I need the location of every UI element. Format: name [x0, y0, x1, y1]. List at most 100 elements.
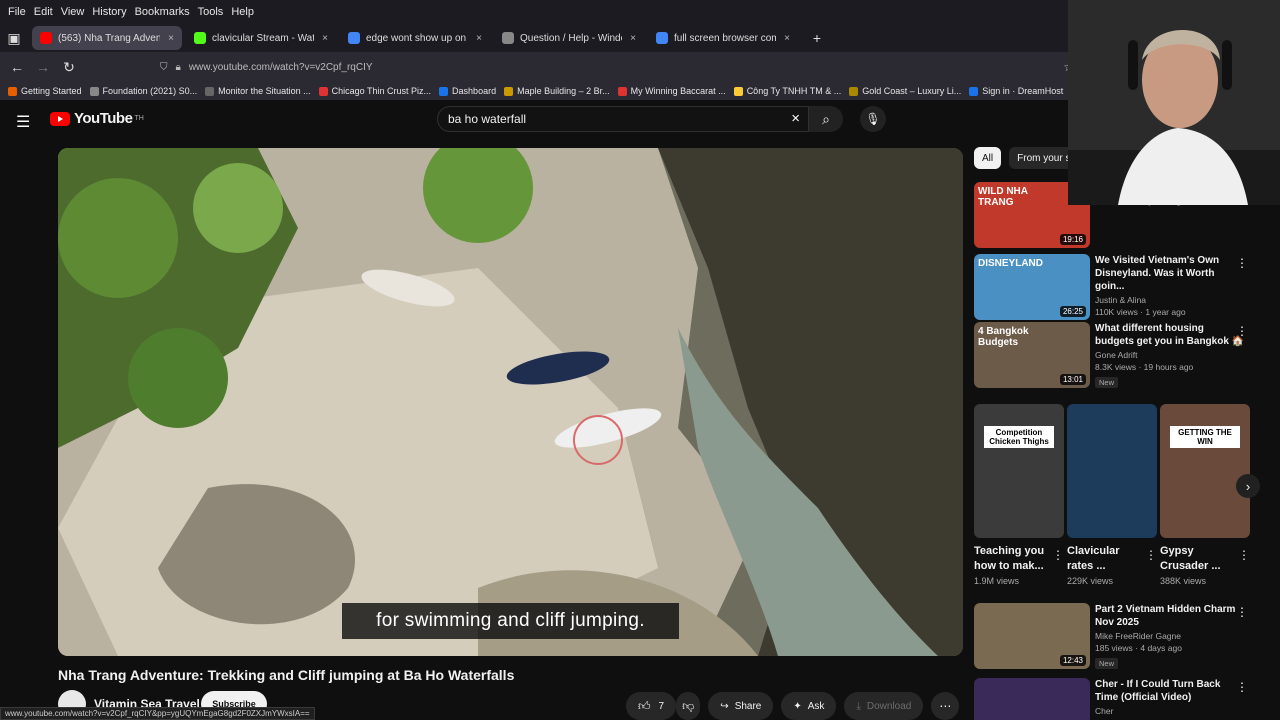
dislike-button[interactable]: 👎︎ [676, 692, 701, 720]
bookmark-item[interactable]: Dashboard [439, 86, 496, 96]
country-code: TH [134, 115, 144, 122]
youtube-logo[interactable]: YouTube TH [50, 110, 144, 127]
clear-search-icon[interactable]: × [791, 110, 800, 127]
channel-name[interactable]: Mike FreeRider Gagne [1095, 631, 1245, 641]
menu-edit[interactable]: Edit [30, 6, 57, 18]
bookmark-label: Dashboard [452, 86, 497, 96]
short-item[interactable]: Clavicular rates ... 229K views ⋮ [1067, 404, 1157, 586]
recommended-video[interactable]: 12:43 Part 2 Vietnam Hidden Charm Nov 202… [974, 603, 1280, 671]
bookmark-label: Maple Building – 2 Br... [517, 86, 610, 96]
more-options-icon[interactable]: ⋮ [1236, 256, 1248, 270]
menu-bookmarks[interactable]: Bookmarks [131, 6, 194, 18]
short-views: 1.9M views [974, 576, 1020, 586]
bookmark-label: Gold Coast – Luxury Li... [862, 86, 962, 96]
video-thumbnail[interactable]: 4 Bangkok Budgets 13:01 [974, 322, 1090, 388]
browser-tab[interactable]: edge wont show up on stream × [340, 26, 490, 50]
new-tab-button[interactable]: + [804, 30, 830, 46]
more-options-icon[interactable]: ⋮ [1236, 680, 1248, 694]
voice-search-button[interactable]: 🎙︎ [860, 106, 886, 132]
channel-name[interactable]: Cher [1095, 706, 1245, 716]
address-bar[interactable]: ⛉ 🔒︎ www.youtube.com/watch?v=v2Cpf_rqCIY… [160, 56, 1080, 78]
bookmark-item[interactable]: Monitor the Situation ... [205, 86, 311, 96]
more-options-icon[interactable]: ⋮ [1236, 605, 1248, 619]
video-player[interactable] [58, 148, 963, 656]
tab-close-icon[interactable]: × [784, 33, 790, 44]
more-options-icon[interactable]: ⋮ [1052, 548, 1064, 562]
video-thumbnail[interactable] [974, 678, 1090, 720]
browser-tab[interactable]: Question / Help - Window capt × [494, 26, 644, 50]
menu-icon[interactable]: ☰ [16, 112, 30, 132]
video-title[interactable]: Part 2 Vietnam Hidden Charm Nov 2025 [1095, 603, 1245, 629]
like-button[interactable]: 👍︎ 7 [626, 692, 677, 720]
menu-history[interactable]: History [88, 6, 130, 18]
more-actions-button[interactable]: ⋯ [931, 692, 960, 720]
menu-tools[interactable]: Tools [194, 6, 228, 18]
short-item[interactable]: Competition Chicken Thighs Teaching you h… [974, 404, 1064, 586]
tab-close-icon[interactable]: × [630, 33, 636, 44]
bookmark-favicon-icon [205, 86, 215, 96]
menu-file[interactable]: File [4, 6, 30, 18]
recommended-video[interactable]: 4 Bangkok Budgets 13:01 What different hou… [974, 322, 1280, 390]
bookmark-item[interactable]: Getting Started [8, 86, 82, 96]
browser-tab[interactable]: (563) Nha Trang Adventure × [32, 26, 182, 50]
bookmark-item[interactable]: Chicago Thin Crust Piz... [318, 86, 431, 96]
browser-tab[interactable]: clavicular Stream - Watch L × [186, 26, 336, 50]
bookmark-item[interactable]: Công Ty TNHH TM & ... [733, 86, 841, 96]
browser-tab[interactable]: full screen browser command × [648, 26, 798, 50]
sparkle-icon: ✦ [793, 700, 802, 712]
filter-chip[interactable]: All [974, 147, 1002, 169]
search-input[interactable]: ba ho waterfall × [437, 106, 809, 132]
short-thumbnail[interactable] [1067, 404, 1157, 538]
tab-close-icon[interactable]: × [168, 33, 174, 44]
channel-name[interactable]: Justin & Alina [1095, 295, 1245, 305]
short-thumbnail[interactable]: Competition Chicken Thighs [974, 404, 1064, 538]
menu-view[interactable]: View [57, 6, 89, 18]
video-thumbnail[interactable]: DISNEYLAND 26:25 [974, 254, 1090, 320]
search-icon: ⌕ [822, 110, 830, 127]
video-title: Nha Trang Adventure: Trekking and Cliff … [58, 667, 515, 683]
video-frame [58, 148, 963, 656]
video-thumbnail[interactable]: 12:43 [974, 603, 1090, 669]
ask-button[interactable]: ✦ Ask [781, 692, 837, 720]
bookmark-item[interactable]: Gold Coast – Luxury Li... [849, 86, 961, 96]
bookmark-item[interactable]: Foundation (2021) S0... [89, 86, 197, 96]
video-title[interactable]: We Visited Vietnam's Own Disneyland. Was… [1095, 254, 1245, 293]
video-info: We Visited Vietnam's Own Disneyland. Was… [1095, 254, 1245, 317]
download-label: Download [866, 700, 912, 712]
bookmark-item[interactable]: Sign in · DreamHost [969, 86, 1063, 96]
youtube-play-icon [50, 111, 70, 126]
recommended-video[interactable]: Cher - If I Could Turn Back Time (Offici… [974, 678, 1280, 720]
bookmark-item[interactable]: Maple Building – 2 Br... [504, 86, 610, 96]
short-thumbnail[interactable]: GETTING THE WIN [1160, 404, 1250, 538]
search-button[interactable]: ⌕ [809, 106, 843, 132]
reload-icon[interactable]: ↻ [56, 59, 82, 76]
short-title[interactable]: Teaching you how to mak... [974, 544, 1046, 574]
more-options-icon[interactable]: ⋮ [1145, 548, 1157, 562]
tab-overview-icon[interactable]: ▣ [0, 30, 28, 47]
video-info: Cher - If I Could Turn Back Time (Offici… [1095, 678, 1245, 718]
forward-icon[interactable]: → [30, 59, 56, 75]
video-title[interactable]: Cher - If I Could Turn Back Time (Offici… [1095, 678, 1245, 704]
back-icon[interactable]: ← [4, 59, 30, 75]
tab-close-icon[interactable]: × [476, 33, 482, 44]
short-title[interactable]: Clavicular rates ... [1067, 544, 1139, 574]
channel-name[interactable]: Gone Adrift [1095, 350, 1245, 360]
bookmark-item[interactable]: My Winning Baccarat ... [617, 86, 726, 96]
video-info: Part 2 Vietnam Hidden Charm Nov 2025 Mike… [1095, 603, 1245, 671]
video-title[interactable]: What different housing budgets get you i… [1095, 322, 1245, 348]
download-button[interactable]: ⤓ Download [844, 692, 924, 720]
short-views: 388K views [1160, 576, 1207, 586]
shorts-next-arrow[interactable]: › [1236, 474, 1260, 498]
short-title[interactable]: Gypsy Crusader ... [1160, 544, 1232, 574]
tab-favicon-icon [194, 32, 206, 44]
more-options-icon[interactable]: ⋮ [1236, 324, 1248, 338]
share-button[interactable]: ↪ Share [708, 692, 774, 720]
video-meta: 8.3K views · 19 hours ago [1095, 362, 1194, 372]
recommended-video[interactable]: DISNEYLAND 26:25 We Visited Vietnam's Own … [974, 254, 1280, 322]
tab-close-icon[interactable]: × [322, 33, 328, 44]
webcam-image [1068, 0, 1280, 205]
youtube-wordmark: YouTube [74, 110, 133, 127]
more-options-icon[interactable]: ⋮ [1238, 548, 1250, 562]
short-item[interactable]: GETTING THE WIN Gypsy Crusader ... 388K vi… [1160, 404, 1250, 586]
menu-help[interactable]: Help [227, 6, 258, 18]
